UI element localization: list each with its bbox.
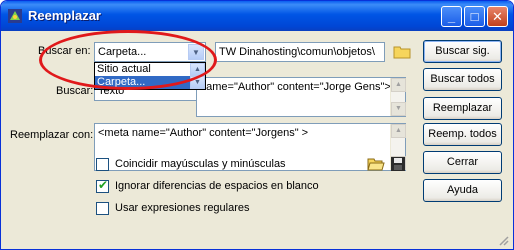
scroll-up-icon[interactable]: ▲ (391, 124, 406, 138)
maximize-button[interactable]: □ (464, 6, 485, 27)
checkmark-icon: ✔ (98, 178, 109, 192)
folder-path-field[interactable]: TW Dinahosting\comun\objetos\ (215, 42, 385, 62)
regex-checkbox[interactable] (96, 202, 109, 215)
app-icon (8, 9, 22, 23)
search-text-field[interactable]: name="Author" content="Jorge Gens"> ▲ ▼ (196, 77, 406, 117)
replace-all-button[interactable]: Reemp. todos (423, 123, 502, 146)
find-next-button[interactable]: Buscar sig. (423, 40, 502, 63)
match-case-checkbox[interactable] (96, 158, 109, 171)
close-icon: ✕ (492, 9, 503, 24)
resize-grip-icon[interactable] (497, 234, 509, 246)
replace-dialog: Reemplazar _ □ ✕ Buscar en: Carpeta... ▼… (0, 0, 514, 250)
ignore-whitespace-label: Ignorar diferencias de espacios en blanc… (115, 180, 319, 192)
help-button[interactable]: Ayuda (423, 179, 502, 202)
find-all-button[interactable]: Buscar todos (423, 68, 502, 91)
replace-text-value: <meta name="Author" content="Jorgens" > (98, 127, 309, 139)
open-folder-icon[interactable] (367, 156, 385, 172)
folder-icon[interactable] (393, 45, 411, 59)
folder-path-value: TW Dinahosting\comun\objetos\ (219, 46, 375, 58)
ignore-whitespace-checkbox[interactable]: ✔ (96, 178, 109, 193)
regex-label: Usar expresiones regulares (115, 202, 250, 214)
scroll-down-icon[interactable]: ▼ (391, 102, 406, 116)
maximize-icon: □ (470, 9, 479, 24)
annotation-ellipse (39, 30, 217, 90)
minimize-button[interactable]: _ (441, 6, 462, 27)
search-scrollbar[interactable]: ▲ ▼ (390, 78, 406, 116)
scroll-up-icon[interactable]: ▲ (391, 78, 406, 92)
save-icon[interactable] (390, 156, 406, 172)
replace-label: Reemplazar con: (10, 129, 94, 141)
replace-button[interactable]: Reemplazar (423, 97, 502, 120)
search-text-value: name="Author" content="Jorge Gens"> (200, 81, 391, 93)
match-case-label: Coincidir mayúsculas y minúsculas (115, 158, 286, 170)
window-title: Reemplazar (28, 8, 101, 23)
minimize-icon: _ (447, 9, 456, 24)
title-bar[interactable]: Reemplazar _ □ ✕ (1, 1, 513, 31)
close-button[interactable]: Cerrar (423, 151, 502, 174)
close-window-button[interactable]: ✕ (487, 6, 508, 27)
